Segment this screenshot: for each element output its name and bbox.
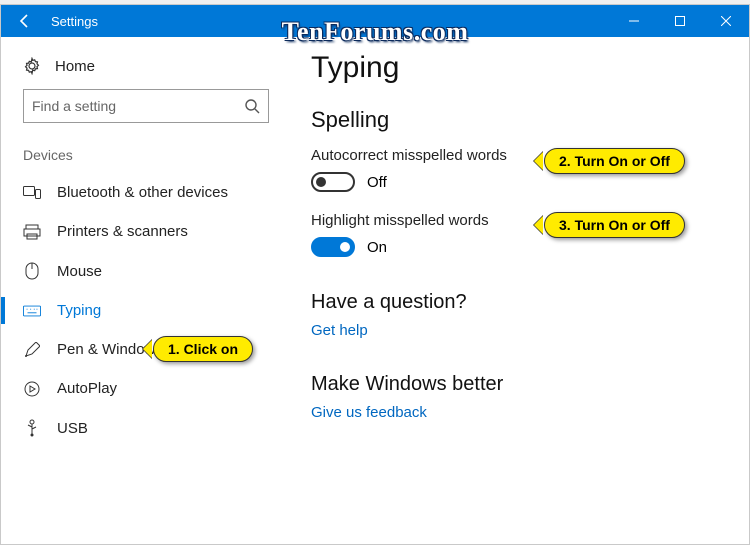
settings-window: Settings Home Find a setting — [0, 4, 750, 545]
back-button[interactable] — [11, 5, 39, 37]
maximize-button[interactable] — [657, 5, 703, 37]
highlight-state: On — [367, 239, 387, 256]
minimize-button[interactable] — [611, 5, 657, 37]
printer-icon — [23, 224, 41, 240]
body: Home Find a setting Devices Bluetooth & … — [1, 37, 749, 544]
window-controls — [611, 5, 749, 37]
feedback-link[interactable]: Give us feedback — [311, 404, 729, 421]
autocorrect-toggle[interactable] — [311, 172, 355, 192]
sidebar-item-label: Mouse — [57, 263, 102, 280]
sidebar-item-typing[interactable]: Typing — [1, 291, 291, 330]
devices-icon — [23, 186, 41, 200]
home-nav[interactable]: Home — [1, 49, 291, 89]
sidebar-item-label: USB — [57, 420, 88, 437]
sidebar-item-usb[interactable]: USB — [1, 408, 291, 448]
sidebar-group-label: Devices — [1, 141, 291, 173]
search-icon — [244, 98, 260, 114]
search-input[interactable]: Find a setting — [23, 89, 269, 123]
search-placeholder: Find a setting — [32, 98, 244, 114]
sidebar-item-printers[interactable]: Printers & scanners — [1, 212, 291, 251]
close-button[interactable] — [703, 5, 749, 37]
mouse-icon — [23, 262, 41, 280]
autocorrect-row: Off — [311, 172, 729, 192]
window-title: Settings — [51, 14, 98, 29]
usb-icon — [23, 419, 41, 437]
sidebar-item-label: Typing — [57, 302, 101, 319]
page-title: Typing — [311, 51, 729, 85]
sidebar-item-label: AutoPlay — [57, 380, 117, 397]
annotation-callout-2: 2. Turn On or Off — [544, 148, 685, 174]
content-pane: Typing Spelling Autocorrect misspelled w… — [291, 37, 749, 544]
titlebar: Settings — [1, 5, 749, 37]
sidebar-item-label: Bluetooth & other devices — [57, 184, 228, 201]
annotation-callout-3: 3. Turn On or Off — [544, 212, 685, 238]
keyboard-icon — [23, 305, 41, 317]
annotation-callout-1: 1. Click on — [153, 336, 253, 362]
gear-icon — [23, 57, 41, 75]
section-spelling-title: Spelling — [311, 107, 729, 133]
titlebar-left: Settings — [1, 5, 98, 37]
sidebar-item-label: Printers & scanners — [57, 223, 188, 240]
sidebar: Home Find a setting Devices Bluetooth & … — [1, 37, 291, 544]
autoplay-icon — [23, 381, 41, 397]
highlight-toggle[interactable] — [311, 237, 355, 257]
sidebar-item-bluetooth[interactable]: Bluetooth & other devices — [1, 173, 291, 212]
get-help-link[interactable]: Get help — [311, 322, 729, 339]
highlight-row: On — [311, 237, 729, 257]
home-label: Home — [55, 58, 95, 75]
sidebar-item-autoplay[interactable]: AutoPlay — [1, 369, 291, 408]
autocorrect-state: Off — [367, 174, 387, 191]
better-title: Make Windows better — [311, 373, 729, 396]
question-title: Have a question? — [311, 291, 729, 314]
pen-icon — [23, 342, 41, 358]
sidebar-item-mouse[interactable]: Mouse — [1, 251, 291, 291]
